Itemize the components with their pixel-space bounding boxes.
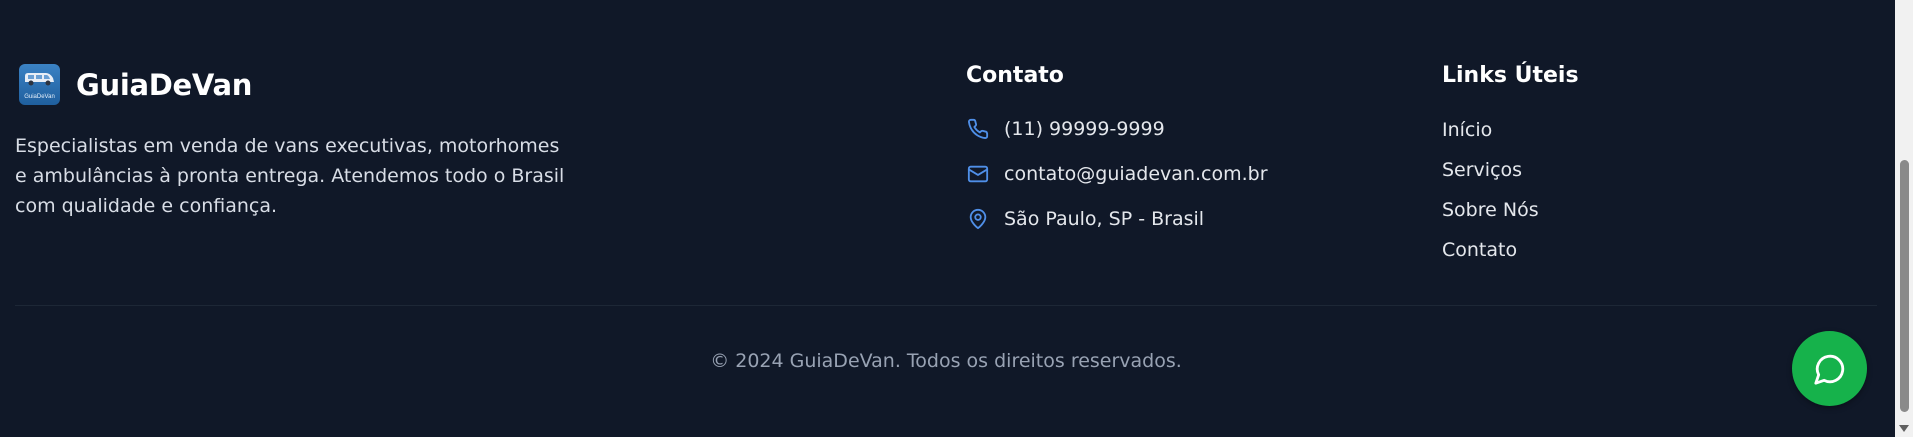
link-servicos[interactable]: Serviços bbox=[1442, 159, 1522, 181]
logo: GuiaDeVan bbox=[19, 64, 60, 105]
brand[interactable]: GuiaDeVan GuiaDeVan bbox=[19, 64, 252, 105]
email-text: contato@guiadevan.com.br bbox=[1004, 163, 1268, 185]
whatsapp-button[interactable] bbox=[1792, 331, 1867, 406]
link-sobre-nos[interactable]: Sobre Nós bbox=[1442, 199, 1539, 221]
location-text: São Paulo, SP - Brasil bbox=[1004, 208, 1205, 230]
mail-icon bbox=[966, 162, 990, 186]
scroll-down-arrow[interactable] bbox=[1899, 425, 1909, 432]
link-contato[interactable]: Contato bbox=[1442, 239, 1517, 261]
scrollbar-thumb[interactable] bbox=[1900, 160, 1909, 412]
footer-divider bbox=[15, 305, 1877, 306]
brand-description: Especialistas em venda de vans executiva… bbox=[15, 135, 565, 217]
scrollbar[interactable] bbox=[1895, 0, 1913, 437]
contact-phone[interactable]: (11) 99999-9999 bbox=[966, 117, 1165, 141]
contact-email[interactable]: contato@guiadevan.com.br bbox=[966, 162, 1268, 186]
contact-location: São Paulo, SP - Brasil bbox=[966, 207, 1204, 231]
phone-icon bbox=[966, 117, 990, 141]
copyright: © 2024 GuiaDeVan. Todos os direitos rese… bbox=[710, 350, 1182, 372]
logo-text: GuiaDeVan bbox=[24, 94, 55, 100]
phone-text: (11) 99999-9999 bbox=[1004, 118, 1165, 140]
link-inicio[interactable]: Início bbox=[1442, 119, 1492, 141]
chat-bubble-icon bbox=[1813, 354, 1844, 385]
van-icon bbox=[25, 73, 54, 86]
site-footer: GuiaDeVan GuiaDeVan Especialistas em ven… bbox=[0, 0, 1895, 437]
links-title: Links Úteis bbox=[1442, 63, 1579, 88]
brand-name: GuiaDeVan bbox=[76, 67, 253, 102]
map-pin-icon bbox=[966, 207, 990, 231]
contact-title: Contato bbox=[966, 63, 1064, 88]
